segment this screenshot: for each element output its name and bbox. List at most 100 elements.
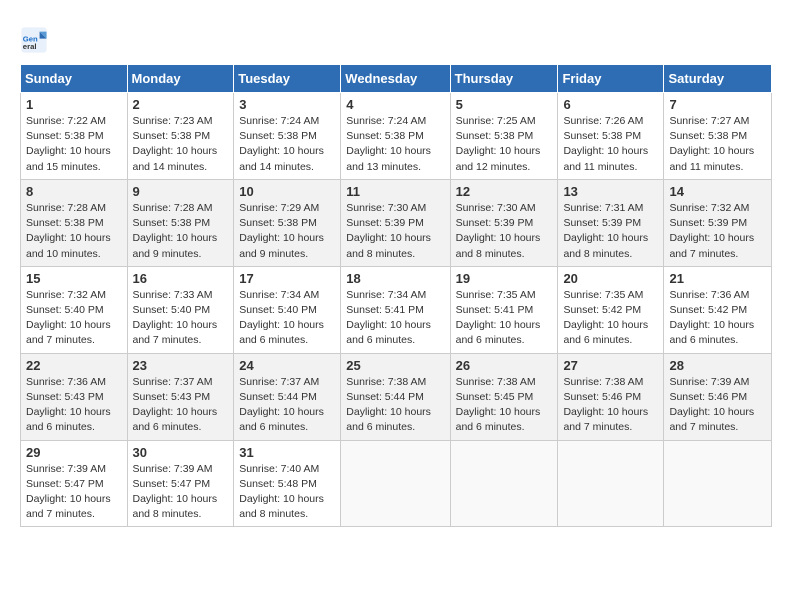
calendar-week-row: 22Sunrise: 7:36 AM Sunset: 5:43 PM Dayli… [21, 353, 772, 440]
calendar-cell: 21 Sunrise: 7:36 AM Sunset: 5:42 PM Dayli… [664, 266, 772, 353]
day-info: Sunrise: 7:31 AM Sunset: 5:39 PM Dayligh… [563, 201, 658, 262]
day-number: 25 [346, 358, 444, 373]
day-info: Sunrise: 7:28 AM Sunset: 5:38 PM Dayligh… [133, 201, 229, 262]
calendar-cell: 13 Sunrise: 7:31 AM Sunset: 5:39 PM Dayli… [558, 179, 664, 266]
day-number: 20 [563, 271, 658, 286]
calendar-cell [558, 440, 664, 527]
day-number: 15 [26, 271, 122, 286]
day-info: Sunrise: 7:40 AM Sunset: 5:48 PM Dayligh… [239, 462, 335, 523]
weekday-header-monday: Monday [127, 65, 234, 93]
weekday-header-friday: Friday [558, 65, 664, 93]
day-info: Sunrise: 7:36 AM Sunset: 5:42 PM Dayligh… [669, 288, 766, 349]
calendar-cell: 25 Sunrise: 7:38 AM Sunset: 5:44 PM Dayli… [341, 353, 450, 440]
day-number: 9 [133, 184, 229, 199]
day-info: Sunrise: 7:23 AM Sunset: 5:38 PM Dayligh… [133, 114, 229, 175]
day-info: Sunrise: 7:33 AM Sunset: 5:40 PM Dayligh… [133, 288, 229, 349]
calendar-cell: 8Sunrise: 7:28 AM Sunset: 5:38 PM Daylig… [21, 179, 128, 266]
day-number: 16 [133, 271, 229, 286]
day-number: 17 [239, 271, 335, 286]
weekday-header-saturday: Saturday [664, 65, 772, 93]
calendar-cell: 31 Sunrise: 7:40 AM Sunset: 5:48 PM Dayli… [234, 440, 341, 527]
calendar-week-row: 1 Sunrise: 7:22 AM Sunset: 5:38 PM Daylig… [21, 93, 772, 180]
day-info: Sunrise: 7:22 AM Sunset: 5:38 PM Dayligh… [26, 114, 122, 175]
calendar-cell: 15Sunrise: 7:32 AM Sunset: 5:40 PM Dayli… [21, 266, 128, 353]
day-info: Sunrise: 7:38 AM Sunset: 5:46 PM Dayligh… [563, 375, 658, 436]
weekday-header-sunday: Sunday [21, 65, 128, 93]
day-info: Sunrise: 7:25 AM Sunset: 5:38 PM Dayligh… [456, 114, 553, 175]
day-number: 1 [26, 97, 122, 112]
calendar-cell: 11 Sunrise: 7:30 AM Sunset: 5:39 PM Dayli… [341, 179, 450, 266]
day-info: Sunrise: 7:30 AM Sunset: 5:39 PM Dayligh… [346, 201, 444, 262]
calendar-header-row: SundayMondayTuesdayWednesdayThursdayFrid… [21, 65, 772, 93]
day-number: 24 [239, 358, 335, 373]
day-number: 6 [563, 97, 658, 112]
day-number: 7 [669, 97, 766, 112]
day-number: 26 [456, 358, 553, 373]
day-info: Sunrise: 7:39 AM Sunset: 5:46 PM Dayligh… [669, 375, 766, 436]
day-info: Sunrise: 7:38 AM Sunset: 5:44 PM Dayligh… [346, 375, 444, 436]
day-number: 10 [239, 184, 335, 199]
calendar-cell: 26 Sunrise: 7:38 AM Sunset: 5:45 PM Dayli… [450, 353, 558, 440]
calendar-cell: 14 Sunrise: 7:32 AM Sunset: 5:39 PM Dayli… [664, 179, 772, 266]
day-number: 31 [239, 445, 335, 460]
day-info: Sunrise: 7:38 AM Sunset: 5:45 PM Dayligh… [456, 375, 553, 436]
calendar-cell: 1 Sunrise: 7:22 AM Sunset: 5:38 PM Daylig… [21, 93, 128, 180]
day-info: Sunrise: 7:34 AM Sunset: 5:40 PM Dayligh… [239, 288, 335, 349]
calendar-cell [664, 440, 772, 527]
calendar-cell: 27 Sunrise: 7:38 AM Sunset: 5:46 PM Dayli… [558, 353, 664, 440]
header: Gen eral [20, 20, 772, 54]
day-info: Sunrise: 7:29 AM Sunset: 5:38 PM Dayligh… [239, 201, 335, 262]
day-number: 22 [26, 358, 122, 373]
day-number: 30 [133, 445, 229, 460]
day-info: Sunrise: 7:39 AM Sunset: 5:47 PM Dayligh… [133, 462, 229, 523]
day-number: 27 [563, 358, 658, 373]
day-number: 14 [669, 184, 766, 199]
day-number: 29 [26, 445, 122, 460]
day-info: Sunrise: 7:28 AM Sunset: 5:38 PM Dayligh… [26, 201, 122, 262]
calendar-week-row: 8Sunrise: 7:28 AM Sunset: 5:38 PM Daylig… [21, 179, 772, 266]
calendar-cell: 3 Sunrise: 7:24 AM Sunset: 5:38 PM Daylig… [234, 93, 341, 180]
calendar-table: SundayMondayTuesdayWednesdayThursdayFrid… [20, 64, 772, 527]
calendar-cell: 29 Sunrise: 7:39 AM Sunset: 5:47 PM Dayli… [21, 440, 128, 527]
calendar-cell: 10 Sunrise: 7:29 AM Sunset: 5:38 PM Dayli… [234, 179, 341, 266]
calendar-cell: 6 Sunrise: 7:26 AM Sunset: 5:38 PM Daylig… [558, 93, 664, 180]
calendar-cell: 18 Sunrise: 7:34 AM Sunset: 5:41 PM Dayli… [341, 266, 450, 353]
day-info: Sunrise: 7:26 AM Sunset: 5:38 PM Dayligh… [563, 114, 658, 175]
weekday-header-wednesday: Wednesday [341, 65, 450, 93]
calendar-cell: 24 Sunrise: 7:37 AM Sunset: 5:44 PM Dayli… [234, 353, 341, 440]
day-number: 12 [456, 184, 553, 199]
calendar-cell: 16 Sunrise: 7:33 AM Sunset: 5:40 PM Dayli… [127, 266, 234, 353]
day-number: 2 [133, 97, 229, 112]
day-number: 11 [346, 184, 444, 199]
day-number: 4 [346, 97, 444, 112]
calendar-cell: 28Sunrise: 7:39 AM Sunset: 5:46 PM Dayli… [664, 353, 772, 440]
calendar-week-row: 29 Sunrise: 7:39 AM Sunset: 5:47 PM Dayli… [21, 440, 772, 527]
day-number: 21 [669, 271, 766, 286]
calendar-cell: 12 Sunrise: 7:30 AM Sunset: 5:39 PM Dayli… [450, 179, 558, 266]
day-info: Sunrise: 7:30 AM Sunset: 5:39 PM Dayligh… [456, 201, 553, 262]
svg-text:eral: eral [23, 42, 37, 51]
day-info: Sunrise: 7:34 AM Sunset: 5:41 PM Dayligh… [346, 288, 444, 349]
day-info: Sunrise: 7:39 AM Sunset: 5:47 PM Dayligh… [26, 462, 122, 523]
day-info: Sunrise: 7:27 AM Sunset: 5:38 PM Dayligh… [669, 114, 766, 175]
logo-icon: Gen eral [20, 26, 48, 54]
day-info: Sunrise: 7:35 AM Sunset: 5:41 PM Dayligh… [456, 288, 553, 349]
day-number: 18 [346, 271, 444, 286]
day-info: Sunrise: 7:24 AM Sunset: 5:38 PM Dayligh… [346, 114, 444, 175]
calendar-cell: 9 Sunrise: 7:28 AM Sunset: 5:38 PM Daylig… [127, 179, 234, 266]
calendar-cell: 23Sunrise: 7:37 AM Sunset: 5:43 PM Dayli… [127, 353, 234, 440]
day-number: 3 [239, 97, 335, 112]
weekday-header-tuesday: Tuesday [234, 65, 341, 93]
weekday-header-thursday: Thursday [450, 65, 558, 93]
calendar-cell [450, 440, 558, 527]
calendar-cell: 17 Sunrise: 7:34 AM Sunset: 5:40 PM Dayli… [234, 266, 341, 353]
day-info: Sunrise: 7:37 AM Sunset: 5:43 PM Dayligh… [133, 375, 229, 436]
day-info: Sunrise: 7:32 AM Sunset: 5:39 PM Dayligh… [669, 201, 766, 262]
day-number: 5 [456, 97, 553, 112]
calendar-cell: 4 Sunrise: 7:24 AM Sunset: 5:38 PM Daylig… [341, 93, 450, 180]
day-info: Sunrise: 7:37 AM Sunset: 5:44 PM Dayligh… [239, 375, 335, 436]
calendar-cell: 2 Sunrise: 7:23 AM Sunset: 5:38 PM Daylig… [127, 93, 234, 180]
day-number: 13 [563, 184, 658, 199]
calendar-cell: 20Sunrise: 7:35 AM Sunset: 5:42 PM Dayli… [558, 266, 664, 353]
day-info: Sunrise: 7:24 AM Sunset: 5:38 PM Dayligh… [239, 114, 335, 175]
